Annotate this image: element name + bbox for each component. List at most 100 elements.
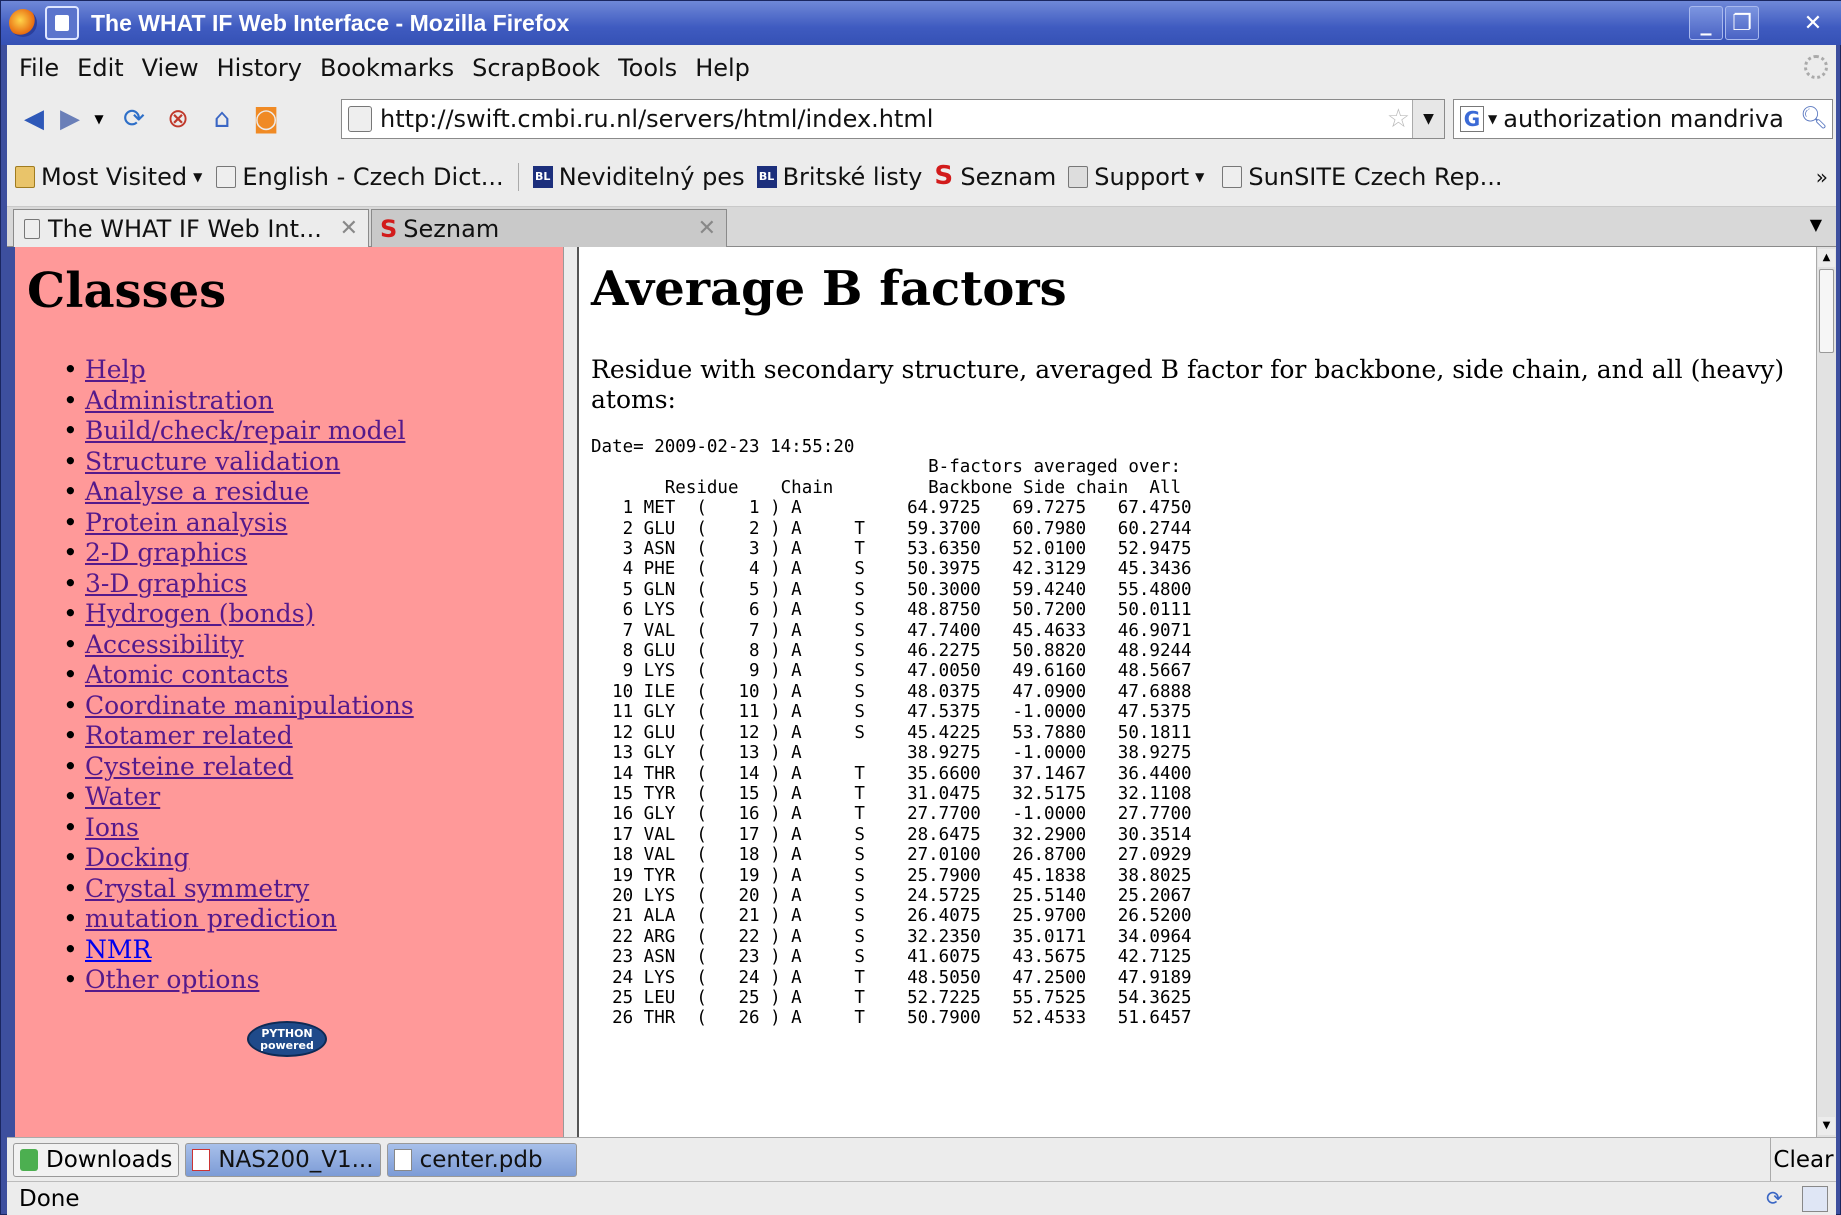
bl-icon: BL: [532, 165, 553, 188]
class-item: Accessibility: [63, 630, 414, 661]
search-engine-dropdown-icon[interactable]: ▼: [1488, 112, 1497, 126]
minimize-button[interactable]: _: [1689, 6, 1723, 40]
class-item: Atomic contacts: [63, 660, 414, 691]
class-link[interactable]: Help: [85, 355, 146, 384]
firefox-window: The WHAT IF Web Interface - Mozilla Fire…: [0, 0, 1841, 1215]
class-link[interactable]: Build/check/repair model: [85, 416, 405, 445]
tab-bar: The WHAT IF Web Int... ✕ S Seznam ✕ ▼: [7, 207, 1836, 247]
title-bar: The WHAT IF Web Interface - Mozilla Fire…: [1, 1, 1841, 45]
file-icon: [393, 1148, 412, 1171]
scroll-down-icon[interactable]: ▼: [1818, 1117, 1835, 1135]
menu-bookmarks[interactable]: Bookmarks: [320, 54, 454, 82]
history-dropdown-icon[interactable]: ▼: [91, 102, 107, 136]
close-window-button[interactable]: ✕: [1796, 6, 1830, 40]
class-item: Protein analysis: [63, 508, 414, 539]
class-link[interactable]: Crystal symmetry: [85, 874, 309, 903]
menu-tools[interactable]: Tools: [618, 54, 677, 82]
reload-icon[interactable]: ⟳: [117, 102, 151, 136]
class-link[interactable]: Water: [85, 782, 160, 811]
window-title: The WHAT IF Web Interface - Mozilla Fire…: [91, 9, 570, 36]
class-item: Coordinate manipulations: [63, 691, 414, 722]
vertical-scrollbar[interactable]: ▲ ▼: [1816, 247, 1836, 1137]
class-link[interactable]: NMR: [85, 935, 151, 964]
class-item: Other options: [63, 965, 414, 996]
bookmark-star-icon[interactable]: ☆: [1387, 104, 1410, 134]
downloads-button[interactable]: Downloads: [13, 1142, 180, 1177]
stop-icon[interactable]: ⊗: [161, 102, 195, 136]
class-link[interactable]: Protein analysis: [85, 508, 287, 537]
class-link[interactable]: Coordinate manipulations: [85, 691, 414, 720]
bookmark-seznam[interactable]: S Seznam: [934, 163, 1056, 191]
scroll-thumb[interactable]: [1819, 269, 1834, 353]
class-link[interactable]: Accessibility: [85, 630, 244, 659]
tab-seznam[interactable]: S Seznam ✕: [371, 209, 727, 247]
frame-splitter[interactable]: [563, 247, 579, 1137]
class-link[interactable]: Ions: [85, 813, 139, 842]
menu-history[interactable]: History: [217, 54, 302, 82]
class-item: Docking: [63, 843, 414, 874]
throbber-icon: [1804, 55, 1828, 79]
download-item[interactable]: NAS200_V1...: [185, 1142, 381, 1177]
menu-help[interactable]: Help: [695, 54, 750, 82]
class-link[interactable]: Hydrogen (bonds): [85, 599, 314, 628]
bookmark-sunsite[interactable]: SunSITE Czech Rep...: [1222, 163, 1502, 191]
class-item: Crystal symmetry: [63, 874, 414, 905]
maximize-button[interactable]: ❐: [1725, 6, 1759, 40]
more-bookmarks-icon[interactable]: »: [1816, 165, 1828, 189]
addon-status-icon[interactable]: [1802, 1186, 1828, 1212]
url-bar[interactable]: http://swift.cmbi.ru.nl/servers/html/ind…: [341, 99, 1445, 139]
menu-view[interactable]: View: [142, 54, 199, 82]
forward-icon[interactable]: ▶: [53, 102, 87, 136]
seznam-icon: S: [380, 214, 398, 243]
url-dropdown-icon[interactable]: ▼: [1412, 100, 1444, 138]
bookmark-most-visited[interactable]: Most Visited ▼: [15, 163, 202, 191]
list-all-tabs-icon[interactable]: ▼: [1810, 215, 1822, 234]
navigation-toolbar: ◀ ▶ ▼ ⟳ ⊗ ⌂ ◙ http://swift.cmbi.ru.nl/se…: [7, 91, 1836, 147]
bookmark-english-czech[interactable]: English - Czech Dict...: [216, 163, 504, 191]
result-frame: Average B factors Residue with secondary…: [579, 247, 1816, 1137]
google-icon[interactable]: G: [1460, 106, 1484, 132]
window-menu-icon[interactable]: [45, 6, 79, 40]
class-link[interactable]: Docking: [85, 843, 189, 872]
class-link[interactable]: mutation prediction: [85, 904, 337, 933]
class-link[interactable]: Rotamer related: [85, 721, 293, 750]
class-link[interactable]: Atomic contacts: [85, 660, 288, 689]
class-link[interactable]: Administration: [85, 386, 274, 415]
menu-scrapbook[interactable]: ScrapBook: [472, 54, 600, 82]
close-tab-icon[interactable]: ✕: [698, 216, 716, 241]
url-text[interactable]: http://swift.cmbi.ru.nl/servers/html/ind…: [380, 105, 933, 133]
class-link[interactable]: Cysteine related: [85, 752, 293, 781]
home-icon[interactable]: ⌂: [205, 102, 239, 136]
clear-downloads-button[interactable]: Clear: [1770, 1138, 1836, 1182]
menu-edit[interactable]: Edit: [77, 54, 123, 82]
search-input[interactable]: authorization mandriva: [1503, 105, 1784, 133]
bookmark-support[interactable]: Support ▼: [1068, 163, 1204, 191]
menu-file[interactable]: File: [19, 54, 59, 82]
close-tab-icon[interactable]: ✕: [340, 216, 358, 241]
bfactor-table: Date= 2009-02-23 14:55:20 B-factors aver…: [591, 437, 1192, 1029]
back-icon[interactable]: ◀: [17, 102, 51, 136]
search-icon[interactable]: 🔍︎: [1800, 106, 1828, 131]
class-link[interactable]: Structure validation: [85, 447, 340, 476]
rss-icon[interactable]: ◙: [249, 102, 283, 136]
site-icon: [348, 106, 372, 132]
download-item[interactable]: center.pdb: [386, 1142, 577, 1177]
class-link[interactable]: 3-D graphics: [85, 569, 247, 598]
bookmark-britske-listy[interactable]: BL Britské listy: [756, 163, 922, 191]
class-link[interactable]: Other options: [85, 965, 259, 994]
scroll-up-icon[interactable]: ▲: [1818, 249, 1835, 267]
search-box[interactable]: G ▼ authorization mandriva 🔍︎: [1453, 99, 1833, 139]
tab-whatif[interactable]: The WHAT IF Web Int... ✕: [13, 209, 369, 247]
downloads-bar: Downloads NAS200_V1... center.pdb Clear: [7, 1137, 1836, 1182]
pdf-icon: [192, 1148, 211, 1171]
class-link[interactable]: 2-D graphics: [85, 538, 247, 567]
class-link[interactable]: Analyse a residue: [85, 477, 309, 506]
seznam-icon: S: [934, 160, 954, 191]
classes-list: HelpAdministrationBuild/check/repair mod…: [63, 355, 414, 996]
page-title: Average B factors: [591, 261, 1067, 317]
bl-icon: BL: [756, 165, 777, 188]
update-icon[interactable]: ⟳: [1766, 1186, 1792, 1212]
tab-label: The WHAT IF Web Int...: [48, 214, 322, 243]
class-item: Build/check/repair model: [63, 416, 414, 447]
bookmark-nevideitelny-pes[interactable]: BL Neviditelný pes: [532, 163, 745, 191]
